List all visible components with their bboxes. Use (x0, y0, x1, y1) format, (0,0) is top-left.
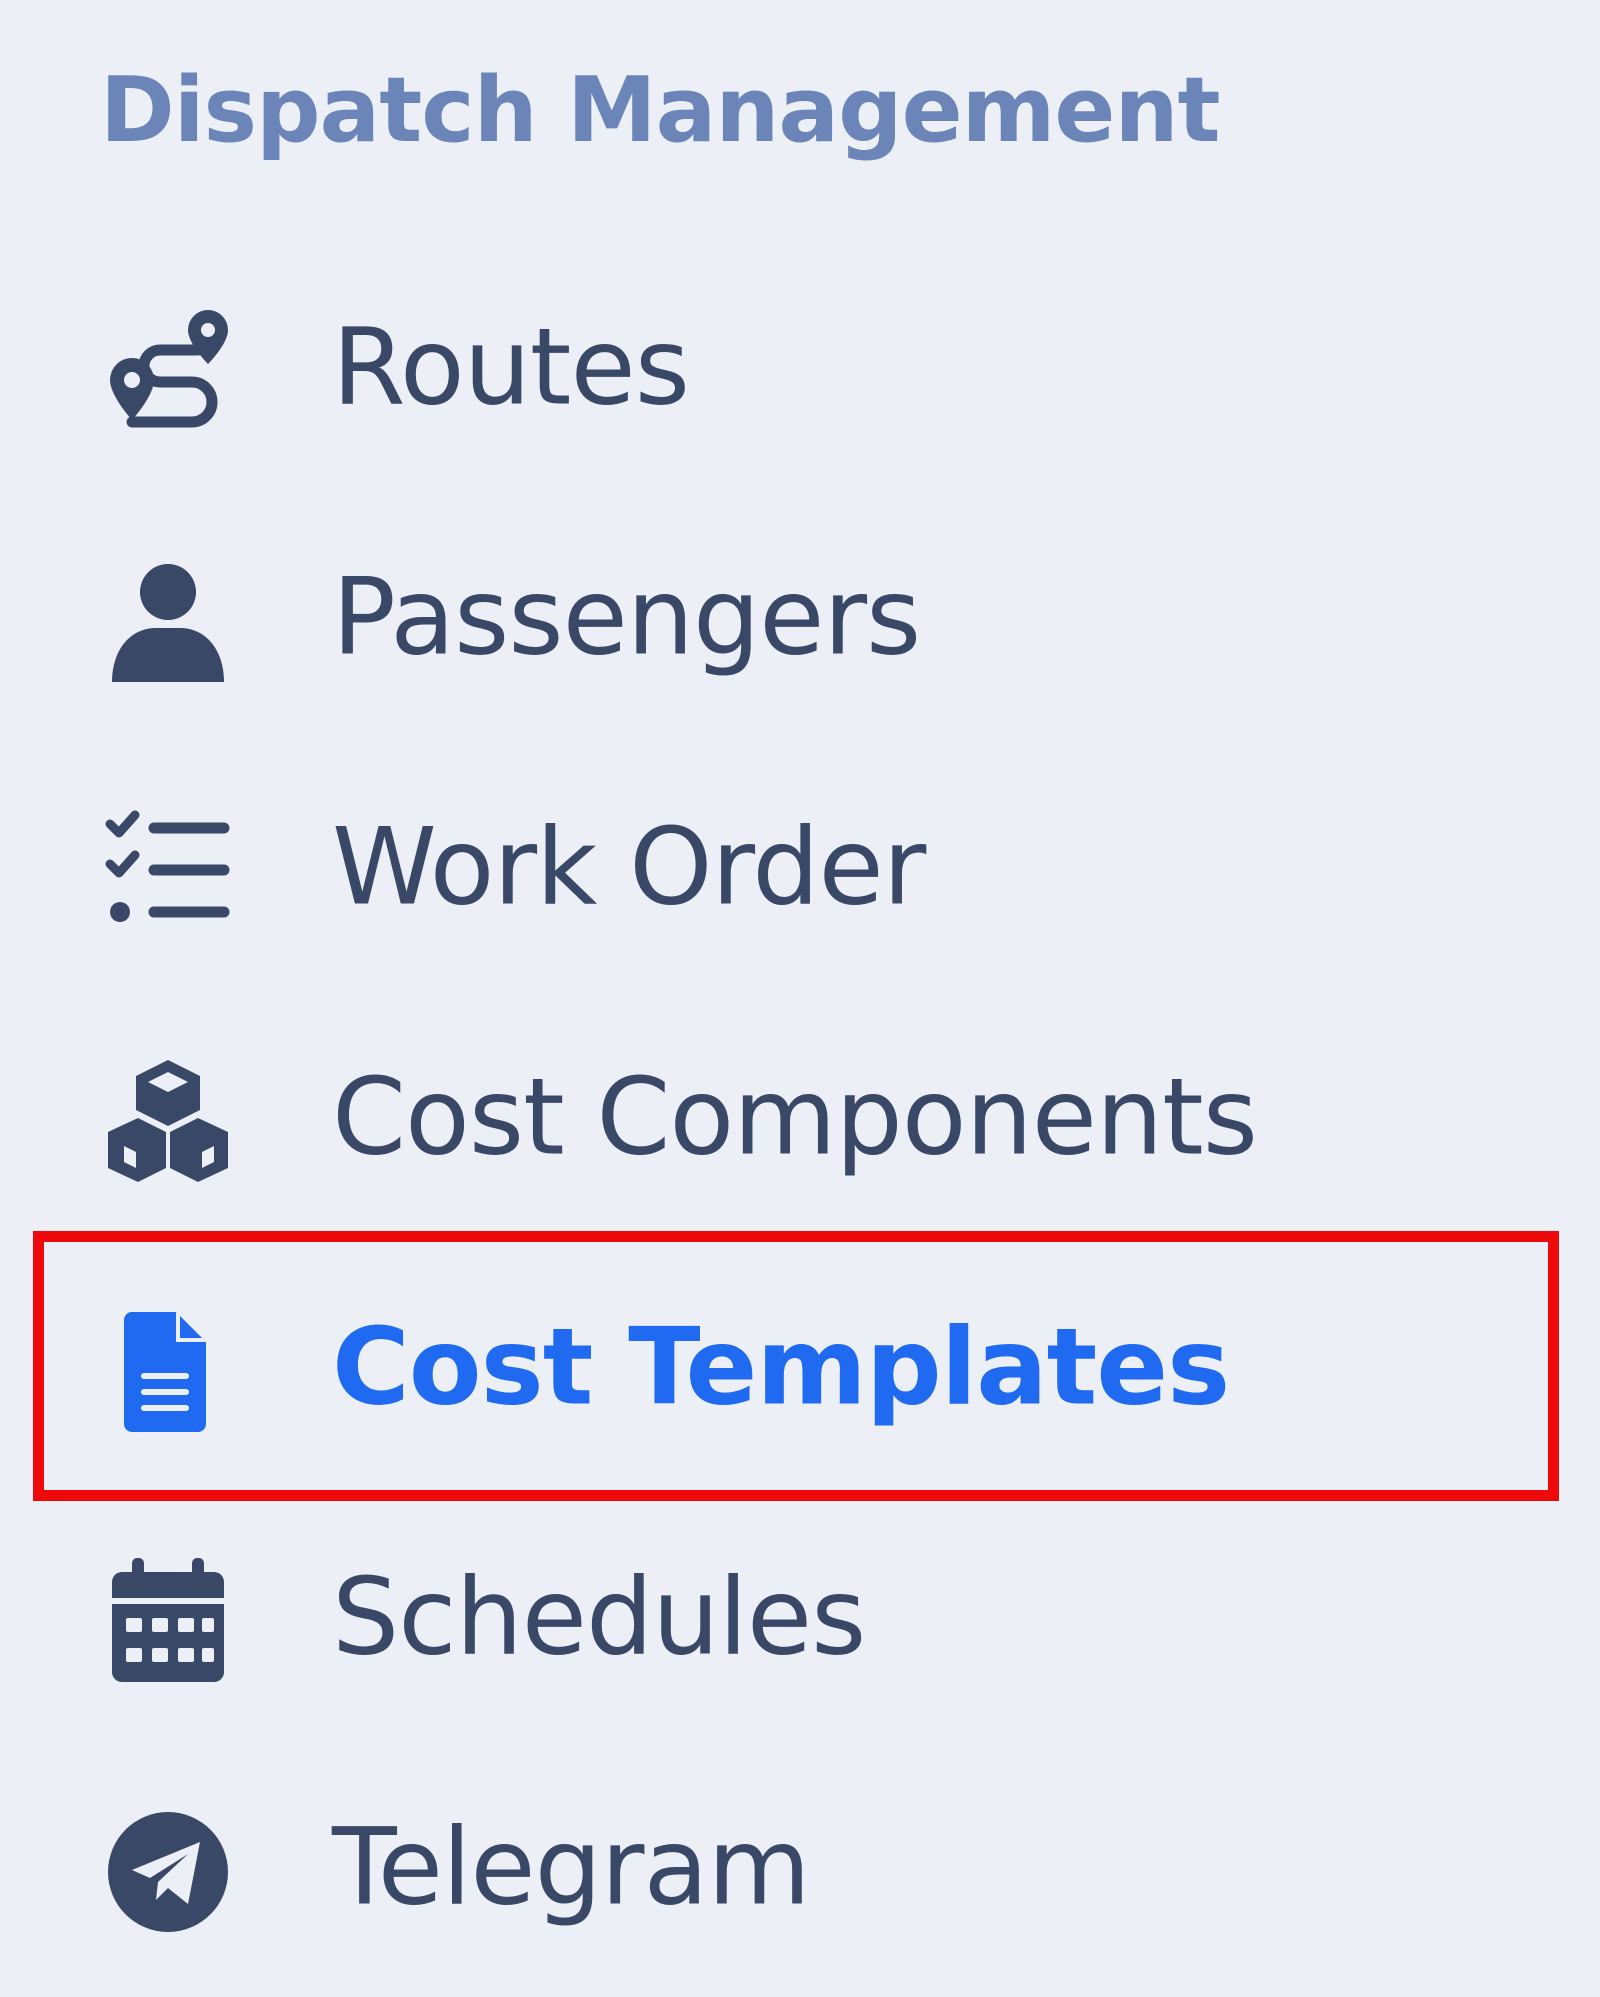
sidebar-item-label: Routes (332, 305, 690, 429)
sidebar-item-label: Schedules (332, 1555, 866, 1679)
section-title: Dispatch Management (100, 58, 1221, 163)
sidebar-item-label: Cost Components (332, 1055, 1258, 1179)
sidebar-item-routes[interactable]: Routes (0, 272, 1600, 472)
file-document-icon (104, 1308, 232, 1436)
sidebar-item-cost-components[interactable]: Cost Components (0, 1022, 1600, 1222)
sidebar-item-label: Telegram (332, 1805, 811, 1929)
telegram-icon (104, 1808, 232, 1936)
sidebar-item-passengers[interactable]: Passengers (0, 522, 1600, 722)
cubes-icon (104, 1058, 232, 1186)
sidebar-item-label: Cost Templates (332, 1305, 1230, 1429)
sidebar-item-telegram[interactable]: Telegram (0, 1772, 1600, 1972)
route-icon (104, 308, 232, 436)
sidebar-item-schedules[interactable]: Schedules (0, 1522, 1600, 1722)
sidebar-item-label: Work Order (332, 805, 926, 929)
user-icon (104, 558, 232, 686)
checklist-icon (104, 808, 232, 936)
sidebar-item-work-order[interactable]: Work Order (0, 772, 1600, 972)
sidebar-item-label: Passengers (332, 555, 921, 679)
calendar-icon (104, 1558, 232, 1686)
sidebar-item-cost-templates[interactable]: Cost Templates (0, 1272, 1600, 1472)
